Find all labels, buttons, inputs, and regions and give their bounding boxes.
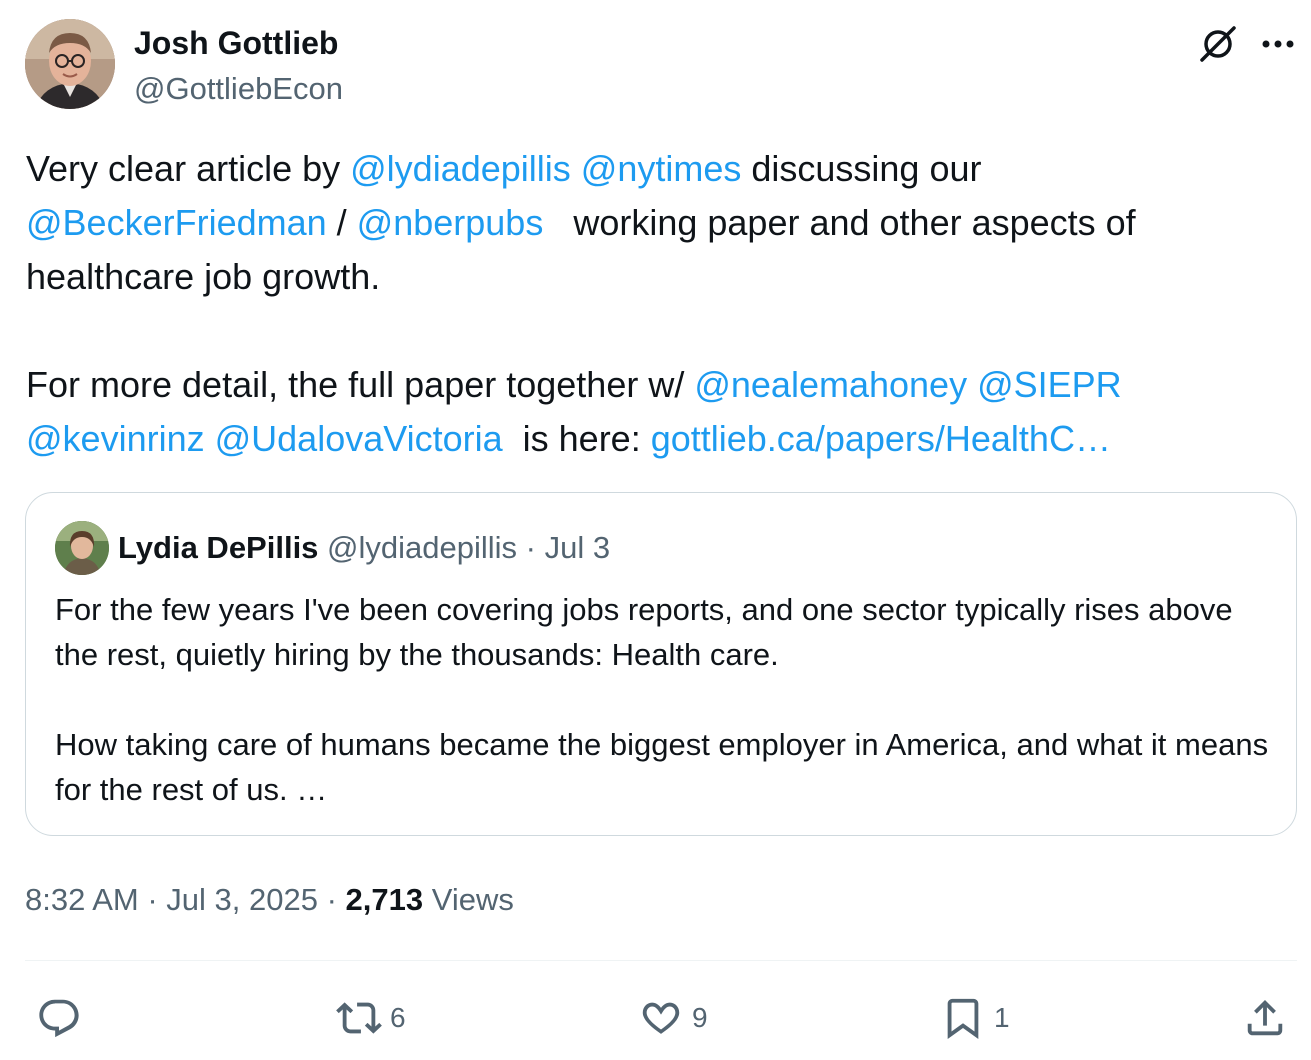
bookmark-button[interactable]: 1 [940,990,1010,1046]
post-text-segment: is here: [502,418,651,459]
post-timestamp[interactable]: 8:32 AM · Jul 3, 2025 · [25,882,346,917]
grok-icon[interactable] [1196,22,1240,66]
more-icon[interactable] [1258,22,1298,66]
post-text-segment [205,418,215,459]
share-icon [1247,999,1283,1036]
post-text-segment [967,364,977,405]
post-text-segment: Very clear article by [26,148,351,189]
author-handle[interactable]: @GottliebEcon [134,68,343,110]
heart-icon [642,1002,680,1034]
share-button[interactable] [1242,990,1288,1046]
like-button[interactable]: 9 [638,990,708,1046]
reply-button[interactable] [36,990,90,1046]
quoted-post[interactable]: Lydia DePillis @lydiadepillis · Jul 3 Fo… [25,492,1297,836]
post-paragraph-2: For more detail, the full paper together… [26,358,1296,466]
post-text-segment [571,148,581,189]
quoted-handle-date: @lydiadepillis · Jul 3 [318,530,611,565]
quoted-header: Lydia DePillis @lydiadepillis · Jul 3 [118,527,610,569]
paper-link[interactable]: gottlieb.ca/papers/HealthC… [651,418,1111,459]
mention-beckerfriedman[interactable]: @BeckerFriedman [26,202,327,243]
post-meta: 8:32 AM · Jul 3, 2025 · 2,713 Views [25,878,514,922]
quoted-author-avatar[interactable] [55,521,109,575]
mention-kevinrinz[interactable]: @kevinrinz [26,418,205,459]
repost-button[interactable]: 6 [336,990,406,1046]
post-paragraph-1: Very clear article by @lydiadepillis @ny… [26,142,1296,304]
post-text: Very clear article by @lydiadepillis @ny… [26,142,1296,466]
quoted-text: For the few years I've been covering job… [55,587,1275,812]
post-text-segment: discussing our [741,148,982,189]
repost-count: 6 [390,1002,406,1033]
views-label: Views [423,882,514,917]
quoted-paragraph-1: For the few years I've been covering job… [55,592,1233,672]
author-avatar-image [25,19,115,109]
like-count: 9 [692,1002,708,1033]
quoted-avatar-image [55,521,109,575]
post-text-segment: For more detail, the full paper together… [26,364,695,405]
bookmark-count: 1 [994,1002,1010,1033]
repost-icon [336,1002,382,1034]
author-avatar[interactable] [25,19,115,109]
mention-lydiadepillis[interactable]: @lydiadepillis [350,148,571,189]
quoted-paragraph-2: How taking care of humans became the big… [55,727,1269,807]
post-text-segment: / [326,202,357,243]
divider [25,960,1297,961]
views-count: 2,713 [345,882,424,917]
mention-siepr[interactable]: @SIEPR [977,364,1122,405]
reply-icon [39,999,79,1038]
quoted-author-name[interactable]: Lydia DePillis [118,530,318,565]
bookmark-icon [947,998,979,1039]
author-name[interactable]: Josh Gottlieb [134,22,338,64]
mention-udalovavictoria[interactable]: @UdalovaVictoria [215,418,503,459]
mention-nealemahoney[interactable]: @nealemahoney [694,364,967,405]
mention-nytimes[interactable]: @nytimes [581,148,742,189]
mention-nberpubs[interactable]: @nberpubs [357,202,544,243]
